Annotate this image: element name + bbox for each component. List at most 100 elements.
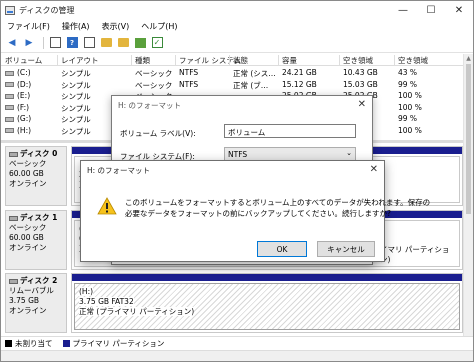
cell-capacity: 15.12 GB (282, 79, 317, 89)
ok-button[interactable]: OK (257, 241, 307, 257)
close-icon[interactable]: ✕ (358, 99, 366, 110)
disk-icon (9, 215, 18, 221)
confirm-dialog-title: H: のフォーマット (87, 165, 151, 175)
cell-free-percent: 43 % (398, 68, 418, 77)
cell-capacity: 24.21 GB (282, 68, 317, 77)
disk-status: オンライン (9, 306, 47, 315)
column-header-free-percent[interactable]: 空き領域 (398, 55, 428, 66)
partition-bar (72, 274, 462, 281)
forward-arrow-icon[interactable]: ▶ (22, 36, 36, 50)
vertical-scrollbar[interactable]: ▲ (463, 54, 473, 336)
properties-icon[interactable] (82, 36, 96, 50)
partition[interactable]: (H:) 3.75 GB FAT32 正常 (プライマリ パーティション) (71, 273, 463, 333)
close-button[interactable]: ✕ (445, 1, 473, 19)
drive-icon (5, 116, 14, 122)
legend-swatch-unallocated (5, 340, 12, 347)
cell-layout: シンプル (61, 126, 91, 136)
cell-layout: シンプル (61, 69, 91, 78)
disk-management-window: ディスクの管理 — ☐ ✕ ファイル(F) 操作(A) 表示(V) ヘルプ(H)… (0, 0, 474, 362)
partition-type-suffix: イマリ パーティション) (380, 245, 459, 265)
column-header-volume[interactable]: ボリューム (5, 55, 42, 66)
table-row[interactable]: (C:) シンプル ベーシック NTFS 正常 (シス… 24.21 GB 10.43 GB… (1, 67, 463, 79)
format-dialog-title-bar: H: のフォーマット ✕ (112, 96, 372, 114)
legend-primary: プライマリ パーティション (72, 339, 165, 348)
scroll-thumb[interactable] (466, 64, 471, 214)
cell-free-percent: 99 % (398, 114, 418, 123)
disk-title: ディスク 2 (20, 276, 58, 285)
disk-info[interactable]: ディスク 0 ベーシック 60.00 GB オンライン (5, 146, 67, 206)
drive-icon (5, 105, 14, 110)
rescan-icon[interactable] (133, 36, 147, 50)
folder-icon[interactable] (99, 36, 113, 50)
legend: 未割り当て プライマリ パーティション (1, 336, 473, 350)
column-header-type[interactable]: 種類 (135, 55, 150, 66)
disk-list-icon[interactable] (48, 36, 62, 50)
disk-title: ディスク 0 (20, 149, 58, 158)
disk-info[interactable]: ディスク 2 リムーバブル 3.75 GB オンライン (5, 273, 67, 333)
volume-list-header: ボリューム レイアウト 種類 ファイル システム 状態 容量 空き領域 空き領域 (1, 54, 463, 66)
cancel-button[interactable]: キャンセル (317, 241, 375, 257)
confirm-message-line-2: 必要なデータをフォーマットの前にバックアップしてください。続行しますか? (125, 209, 392, 218)
volume-label-label: ボリューム ラベル(V): (120, 129, 196, 138)
disk-status: オンライン (9, 179, 47, 188)
maximize-button[interactable]: ☐ (417, 1, 445, 19)
drive-icon (5, 128, 14, 133)
partition-body: (H:) 3.75 GB FAT32 正常 (プライマリ パーティション) (74, 283, 460, 330)
cell-status: 正常 (ブ… (233, 80, 269, 90)
disk-size: 60.00 GB (9, 169, 44, 178)
cell-volume-name: (E:) (17, 91, 31, 100)
cell-file-system: NTFS (179, 68, 199, 77)
window-title: ディスクの管理 (19, 5, 75, 15)
disk-size: 3.75 GB (9, 296, 40, 305)
column-header-capacity[interactable]: 容量 (282, 55, 297, 66)
format-dialog-title: H: のフォーマット (118, 100, 182, 110)
refresh-icon[interactable] (116, 36, 130, 50)
cell-volume-name: (H:) (17, 125, 32, 135)
cell-volume-name: (D:) (17, 79, 32, 89)
drive-icon (5, 93, 14, 99)
disk-info[interactable]: ディスク 1 ベーシック 60.00 GB オンライン (5, 210, 67, 270)
confirm-message-line-1: このボリュームをフォーマットするとボリューム上のすべてのデータが失われます。保存… (125, 198, 431, 207)
column-header-free-space[interactable]: 空き領域 (343, 55, 373, 66)
partition-line: 正常 (プライマリ パーティション) (79, 307, 195, 316)
cell-free-space: 10.43 GB (343, 68, 378, 77)
check-icon[interactable]: ✓ (150, 36, 164, 50)
column-header-status[interactable]: 状態 (233, 55, 248, 66)
toolbar-separator (43, 36, 44, 49)
cell-free-percent: 99 % (398, 79, 418, 89)
menu-view[interactable]: 表示(V) (102, 21, 130, 32)
title-bar: ディスクの管理 — ☐ ✕ (1, 1, 473, 19)
disk-icon (9, 278, 18, 284)
partition-line: 3.75 GB FAT32 (79, 297, 134, 306)
cell-file-system: NTFS (179, 79, 199, 89)
disk-management-icon (5, 5, 15, 15)
scroll-up-icon[interactable]: ▲ (464, 54, 473, 64)
close-icon[interactable]: ✕ (370, 164, 378, 175)
volume-label-input[interactable]: ボリューム (224, 124, 356, 138)
disk-size: 60.00 GB (9, 233, 44, 242)
disk-kind: ベーシック (9, 159, 47, 168)
cell-type: ベーシック (135, 80, 173, 90)
warning-icon (97, 197, 117, 215)
help-icon[interactable]: ? (65, 36, 79, 50)
menu-action[interactable]: 操作(A) (62, 21, 90, 32)
cell-type: ベーシック (135, 69, 173, 78)
table-row[interactable]: (D:) シンプル ベーシック NTFS 正常 (ブ… 15.12 GB 15.03 GB 9… (1, 79, 463, 91)
status-bar (1, 350, 473, 361)
legend-unallocated: 未割り当て (15, 339, 53, 348)
file-system-value: NTFS (228, 150, 248, 159)
disk-kind: リムーバブル (9, 286, 54, 295)
minimize-button[interactable]: — (389, 1, 417, 19)
file-system-select[interactable]: NTFS ⌄ (224, 147, 356, 161)
disk-status: オンライン (9, 243, 47, 252)
cell-free-percent: 100 % (398, 125, 422, 135)
toolbar: ◀ ▶ ? ✓ (1, 33, 473, 53)
menu-help[interactable]: ヘルプ(H) (141, 21, 177, 32)
menu-file[interactable]: ファイル(F) (7, 21, 50, 32)
column-header-layout[interactable]: レイアウト (61, 55, 99, 66)
chevron-down-icon: ⌄ (346, 149, 352, 157)
column-header-file-system[interactable]: ファイル システム (179, 55, 241, 66)
cell-free-space: 15.03 GB (343, 79, 378, 89)
back-arrow-icon[interactable]: ◀ (5, 36, 19, 50)
cell-volume-name: (G:) (17, 114, 32, 123)
